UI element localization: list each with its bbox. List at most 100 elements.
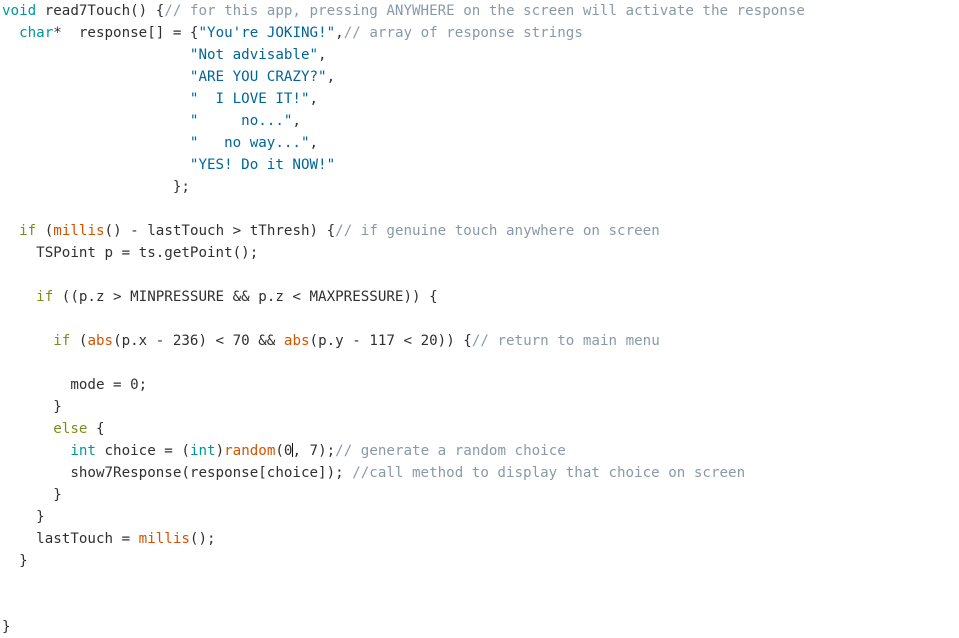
code-text: show7Response(response[choice]);	[70, 465, 353, 481]
code-text: (p.x - 236) < 70 &&	[113, 333, 284, 349]
code-text: * response[] = {	[53, 25, 199, 41]
code-line-blank[interactable]	[0, 264, 959, 286]
code-line[interactable]: " no way...",	[0, 132, 959, 154]
code-text: }	[2, 619, 11, 635]
code-text: ,	[326, 69, 336, 85]
code-function-name: millis	[138, 531, 190, 547]
code-line[interactable]: " no...",	[0, 110, 959, 132]
code-comment: // return to main menu	[471, 333, 660, 349]
code-line[interactable]: if ((p.z > MINPRESSURE && p.z < MAXPRESS…	[0, 286, 959, 308]
code-text: {	[87, 421, 105, 437]
code-keyword: char	[19, 25, 54, 41]
code-line[interactable]: int choice = (int)random(0, 7);// genera…	[0, 440, 959, 462]
code-text: (p.y - 117 < 20)) {	[309, 333, 472, 349]
code-line-blank[interactable]	[0, 594, 959, 616]
code-text: ,	[309, 135, 319, 151]
code-text: ((p.z > MINPRESSURE && p.z < MAXPRESSURE…	[53, 289, 438, 305]
code-line[interactable]: lastTouch = millis();	[0, 528, 959, 550]
code-text: ,	[292, 113, 301, 129]
code-text: ();	[189, 531, 216, 547]
code-line[interactable]: }	[0, 616, 959, 638]
code-line[interactable]: void read7Touch() {// for this app, pres…	[0, 0, 959, 22]
code-line[interactable]: show7Response(response[choice]); //call …	[0, 462, 959, 484]
code-line[interactable]: }	[0, 396, 959, 418]
code-line[interactable]: }	[0, 550, 959, 572]
code-line[interactable]: TSPoint p = ts.getPoint();	[0, 242, 959, 264]
code-text: (0	[275, 443, 293, 459]
code-text: () - lastTouch > tThresh) {	[104, 223, 336, 239]
code-line[interactable]: }	[0, 484, 959, 506]
code-string-literal: " no..."	[189, 113, 293, 129]
code-text: ,	[309, 91, 319, 107]
code-function-name: random	[224, 443, 276, 459]
code-string-literal: " no way..."	[189, 135, 310, 151]
code-text: TSPoint p = ts.getPoint();	[36, 245, 259, 261]
code-line[interactable]: mode = 0;	[0, 374, 959, 396]
code-text: ,	[318, 47, 327, 63]
code-control-keyword: if	[19, 223, 37, 239]
code-line[interactable]: }	[0, 506, 959, 528]
code-text: choice = (	[95, 443, 190, 459]
code-text: ,	[335, 25, 344, 41]
code-line[interactable]: if (millis() - lastTouch > tThresh) {// …	[0, 220, 959, 242]
code-keyword: int	[70, 443, 96, 459]
code-comment: // array of response strings	[343, 25, 583, 41]
code-line[interactable]: if (abs(p.x - 236) < 70 && abs(p.y - 117…	[0, 330, 959, 352]
code-text: }	[36, 509, 45, 525]
code-text: (	[36, 223, 54, 239]
code-text: }	[53, 487, 62, 503]
code-line[interactable]: "ARE YOU CRAZY?",	[0, 66, 959, 88]
code-text: (	[70, 333, 88, 349]
code-string-literal: "YES! Do it NOW!"	[189, 157, 336, 173]
code-text: };	[172, 179, 190, 195]
code-line-blank[interactable]	[0, 198, 959, 220]
code-function-name: abs	[87, 333, 114, 349]
code-line[interactable]: " I LOVE IT!",	[0, 88, 959, 110]
code-line[interactable]: "Not advisable",	[0, 44, 959, 66]
code-keyword: int	[189, 443, 216, 459]
code-line-blank[interactable]	[0, 572, 959, 594]
code-comment: // if genuine touch anywhere on screen	[335, 223, 660, 239]
code-comment: // generate a random choice	[335, 443, 566, 459]
code-string-literal: "Not advisable"	[189, 47, 319, 63]
code-text: lastTouch =	[36, 531, 139, 547]
code-comment: //call method to display that choice on …	[352, 465, 746, 481]
code-line-blank[interactable]	[0, 308, 959, 330]
code-editor[interactable]: void read7Touch() {// for this app, pres…	[0, 0, 959, 635]
code-text: )	[215, 443, 225, 459]
code-line-blank[interactable]	[0, 352, 959, 374]
code-function-name: millis	[53, 223, 105, 239]
code-line[interactable]: };	[0, 176, 959, 198]
code-line[interactable]: char* response[] = {"You're JOKING!",// …	[0, 22, 959, 44]
code-text: }	[53, 399, 62, 415]
code-line[interactable]: "YES! Do it NOW!"	[0, 154, 959, 176]
code-function-name: abs	[283, 333, 310, 349]
code-text: , 7);	[292, 443, 336, 459]
code-line[interactable]: else {	[0, 418, 959, 440]
code-text: }	[19, 553, 28, 569]
code-control-keyword: else	[53, 421, 88, 437]
code-control-keyword: if	[36, 289, 54, 305]
code-control-keyword: if	[53, 333, 71, 349]
code-text: mode = 0;	[70, 377, 148, 393]
